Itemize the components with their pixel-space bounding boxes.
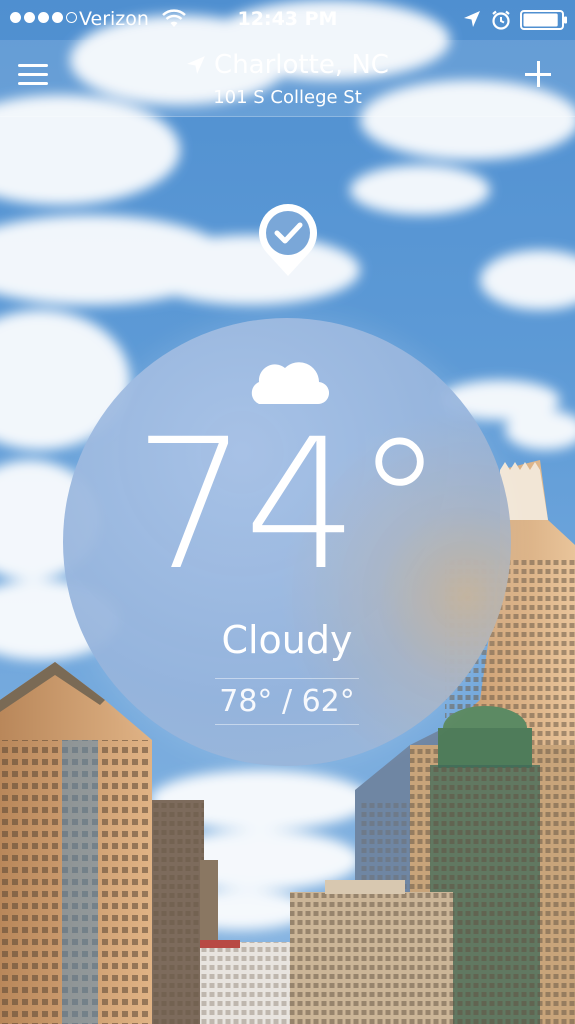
location-arrow-icon (464, 11, 480, 27)
high-low-temperature: 78° / 62° (219, 684, 355, 719)
location-arrow-icon (187, 56, 205, 74)
current-weather-card[interactable]: 74° Cloudy 78° / 62° (63, 318, 511, 766)
nav-bar: Charlotte, NC 101 S College St (0, 40, 575, 117)
divider (215, 678, 359, 679)
current-temperature: 74° (133, 401, 444, 610)
clock: 12:43 PM (237, 8, 338, 30)
battery-icon (520, 10, 567, 30)
cloud-icon (251, 362, 329, 405)
add-location-button[interactable] (522, 58, 556, 92)
pin-check-icon[interactable] (254, 200, 322, 280)
divider (215, 724, 359, 725)
alarm-clock-icon (492, 10, 510, 30)
city-name: Charlotte, NC (214, 50, 389, 80)
status-bar: Verizon 12:43 PM (0, 0, 575, 40)
weather-condition: Cloudy (221, 618, 353, 662)
weather-screen: Verizon 12:43 PM Charlotte, NC 101 S Col… (0, 0, 575, 1024)
street-address: 101 S College St (213, 87, 362, 108)
location-title[interactable]: Charlotte, NC (0, 50, 575, 80)
